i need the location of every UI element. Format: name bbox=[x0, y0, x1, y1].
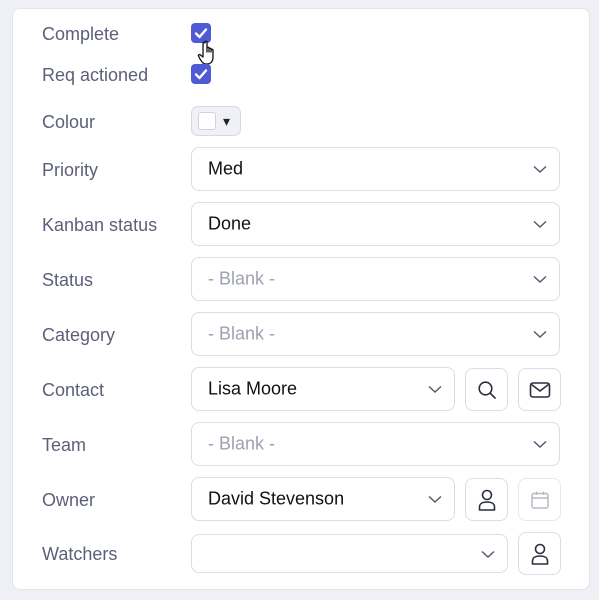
search-icon bbox=[477, 380, 496, 399]
req-actioned-checkbox[interactable] bbox=[191, 64, 211, 84]
caret-down-icon: ▾ bbox=[223, 113, 231, 129]
complete-label: Complete bbox=[42, 24, 120, 44]
team-value: - Blank - bbox=[208, 433, 276, 454]
owner-assign-me-button[interactable] bbox=[465, 478, 508, 521]
contact-value: Lisa Moore bbox=[208, 378, 298, 399]
req-actioned-label: Req actioned bbox=[42, 65, 149, 85]
colour-picker-button[interactable]: ▾ bbox=[191, 106, 241, 136]
check-icon bbox=[194, 28, 208, 39]
chevron-down-icon bbox=[533, 165, 547, 174]
owner-select[interactable]: David Stevenson bbox=[191, 477, 455, 521]
owner-calendar-button[interactable] bbox=[518, 478, 561, 521]
contact-email-button[interactable] bbox=[518, 368, 561, 411]
status-select[interactable]: - Blank - bbox=[191, 257, 560, 301]
chevron-down-icon bbox=[428, 495, 442, 504]
priority-select[interactable]: Med bbox=[191, 147, 560, 191]
chevron-down-icon bbox=[533, 220, 547, 229]
colour-label: Colour bbox=[42, 112, 96, 132]
kanban-status-value: Done bbox=[208, 213, 252, 234]
calendar-icon bbox=[530, 491, 549, 509]
chevron-down-icon bbox=[481, 550, 495, 558]
team-select[interactable]: - Blank - bbox=[191, 422, 560, 466]
category-select[interactable]: - Blank - bbox=[191, 312, 560, 356]
owner-value: David Stevenson bbox=[208, 488, 345, 509]
mail-icon bbox=[529, 381, 550, 398]
check-icon bbox=[194, 69, 208, 80]
user-icon bbox=[478, 489, 495, 511]
team-label: Team bbox=[42, 435, 87, 455]
chevron-down-icon bbox=[533, 330, 547, 339]
category-value: - Blank - bbox=[208, 323, 276, 344]
watchers-label: Watchers bbox=[42, 544, 118, 564]
user-icon bbox=[531, 543, 548, 565]
hand-pointer-icon bbox=[197, 40, 214, 65]
priority-label: Priority bbox=[42, 160, 99, 180]
kanban-status-select[interactable]: Done bbox=[191, 202, 560, 246]
contact-select[interactable]: Lisa Moore bbox=[191, 367, 455, 411]
chevron-down-icon bbox=[533, 275, 547, 284]
owner-label: Owner bbox=[42, 490, 96, 510]
status-label: Status bbox=[42, 270, 94, 290]
category-label: Category bbox=[42, 325, 116, 345]
chevron-down-icon bbox=[428, 385, 442, 394]
watchers-select[interactable] bbox=[191, 534, 508, 573]
status-value: - Blank - bbox=[208, 268, 276, 289]
kanban-status-label: Kanban status bbox=[42, 215, 158, 235]
contact-label: Contact bbox=[42, 380, 105, 400]
chevron-down-icon bbox=[533, 440, 547, 449]
contact-search-button[interactable] bbox=[465, 368, 508, 411]
priority-value: Med bbox=[208, 158, 244, 179]
watchers-add-me-button[interactable] bbox=[518, 532, 561, 575]
colour-swatch bbox=[198, 112, 216, 130]
